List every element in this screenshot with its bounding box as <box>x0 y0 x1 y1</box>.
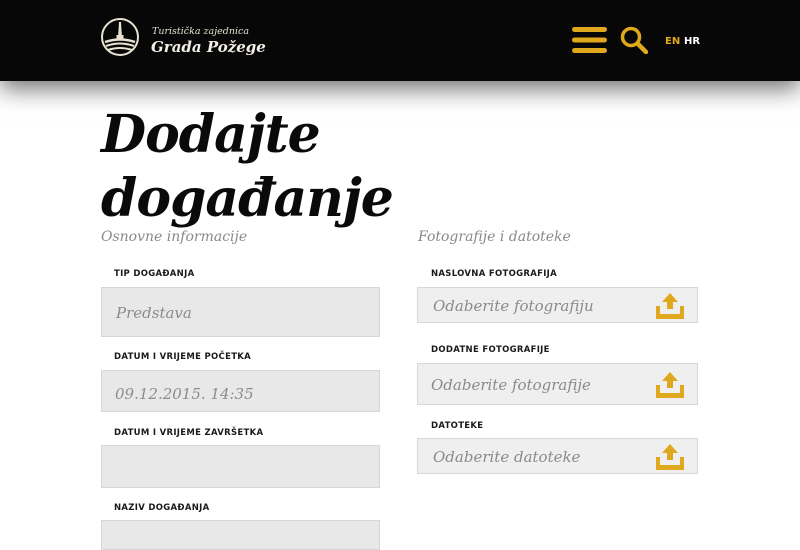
cover-photo-upload[interactable]: Odaberite fotografiju <box>417 287 698 323</box>
start-datetime-input[interactable]: 09.12.2015. 14:35 <box>101 370 380 412</box>
files-placeholder: Odaberite datoteke <box>433 448 581 466</box>
language-hr[interactable]: HR <box>684 36 700 47</box>
files-label: DATOTEKE <box>431 421 484 431</box>
start-datetime-label: DATUM I VRIJEME POČETKA <box>114 352 252 362</box>
files-upload[interactable]: Odaberite datoteke <box>417 438 698 474</box>
basic-info-section-title: Osnovne informacije <box>101 229 248 245</box>
logo-title[interactable]: Grada Požege <box>151 38 266 56</box>
upload-icon[interactable] <box>654 443 686 471</box>
additional-photos-label: DODATNE FOTOGRAFIJE <box>431 345 550 355</box>
upload-icon[interactable] <box>654 371 686 399</box>
event-type-value: Predstava <box>116 304 192 322</box>
site-header: Turistička zajednica Grada Požege EN HR <box>0 0 800 81</box>
cover-photo-placeholder: Odaberite fotografiju <box>433 297 594 315</box>
search-icon[interactable] <box>620 26 648 54</box>
page-title-line2: događanje <box>101 168 394 229</box>
event-name-input[interactable] <box>101 520 380 550</box>
hamburger-menu-icon[interactable] <box>572 27 607 53</box>
cover-photo-label: NASLOVNA FOTOGRAFIJA <box>431 269 558 279</box>
end-datetime-label: DATUM I VRIJEME ZAVRŠETKA <box>114 428 264 438</box>
event-name-label: NAZIV DOGAĐANJA <box>114 503 210 513</box>
additional-photos-upload[interactable]: Odaberite fotografije <box>417 363 698 405</box>
upload-icon[interactable] <box>654 292 686 320</box>
page-title-line1: Dodajte <box>101 104 321 165</box>
page-title: Dodajte događanje <box>101 103 441 231</box>
end-datetime-input[interactable] <box>101 445 380 488</box>
event-type-select[interactable]: Predstava <box>101 287 380 337</box>
media-section-title: Fotografije i datoteke <box>418 229 571 245</box>
event-type-label: TIP DOGAĐANJA <box>114 269 195 279</box>
additional-photos-placeholder: Odaberite fotografije <box>431 376 591 394</box>
bell-tower-emblem-icon[interactable] <box>100 17 140 57</box>
start-datetime-value: 09.12.2015. 14:35 <box>115 385 254 403</box>
language-en[interactable]: EN <box>665 36 680 47</box>
logo-subtitle[interactable]: Turistička zajednica <box>152 26 249 37</box>
